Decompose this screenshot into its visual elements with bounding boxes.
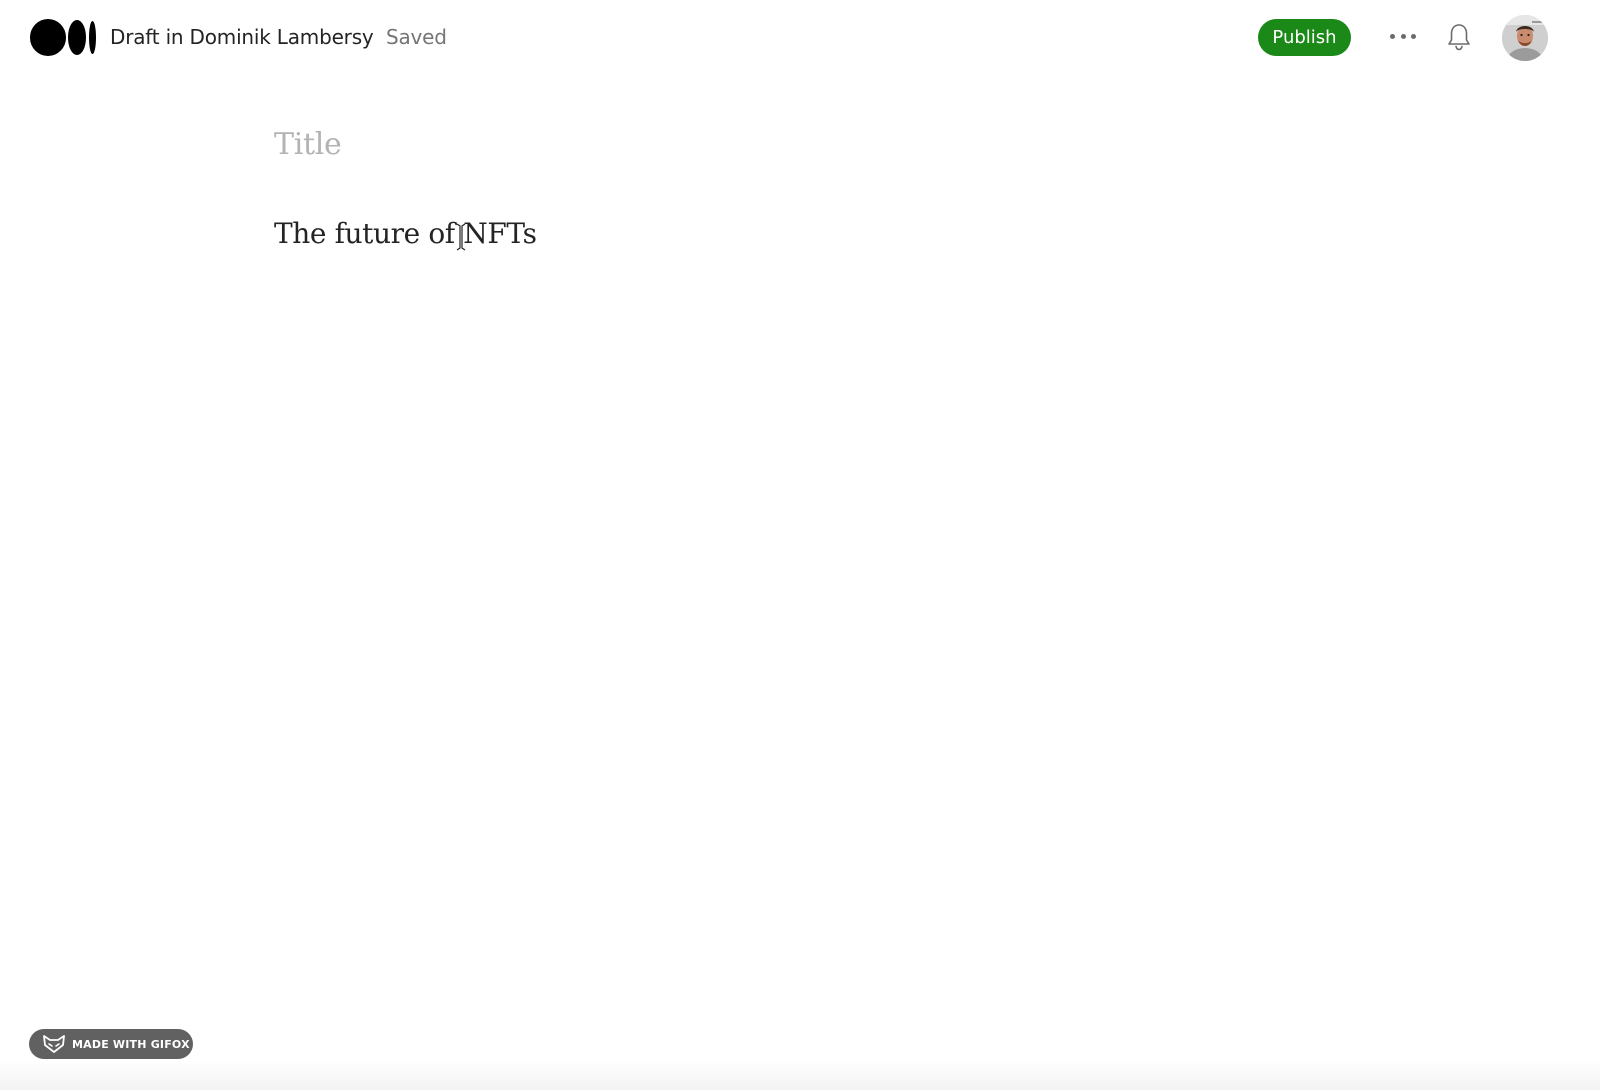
bell-icon[interactable] bbox=[1446, 22, 1472, 52]
fox-icon bbox=[42, 1034, 66, 1054]
medium-logo-icon[interactable] bbox=[30, 18, 96, 56]
save-status: Saved bbox=[386, 25, 447, 49]
badge-text: MADE WITH GIFOX bbox=[72, 1037, 190, 1051]
bottom-fade bbox=[0, 1060, 1600, 1090]
more-options-icon[interactable] bbox=[1390, 26, 1416, 46]
top-bar: Draft in Dominik Lambersy Saved Publish bbox=[0, 0, 1600, 74]
publish-button[interactable]: Publish bbox=[1258, 19, 1351, 56]
text-cursor-icon bbox=[455, 222, 467, 252]
gifox-badge: MADE WITH GIFOX bbox=[29, 1029, 193, 1059]
user-avatar[interactable] bbox=[1502, 15, 1548, 61]
title-input[interactable]: Title bbox=[274, 124, 1174, 166]
editor-page: Draft in Dominik Lambersy Saved Publish bbox=[0, 0, 1600, 1090]
story-body-editor[interactable]: The future of NFTs bbox=[274, 214, 1174, 254]
draft-location-label: Draft in Dominik Lambersy bbox=[110, 25, 374, 49]
